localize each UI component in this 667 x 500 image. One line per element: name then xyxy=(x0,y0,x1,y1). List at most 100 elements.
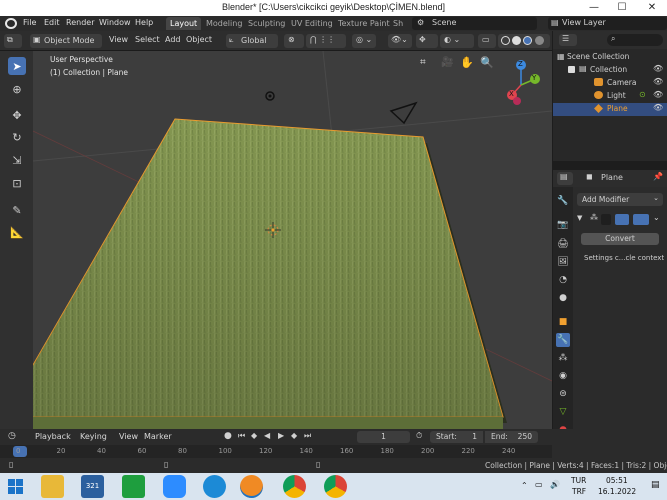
timeline-editor-icon[interactable]: ◷ xyxy=(8,431,16,441)
tab-sculpting[interactable]: Sculpting xyxy=(244,17,289,30)
tray-chevron-icon[interactable]: ⌃ xyxy=(521,481,528,490)
edit-mode-toggle-icon[interactable] xyxy=(615,214,629,225)
rotate-tool-icon[interactable]: ↻ xyxy=(8,128,26,146)
store-icon[interactable] xyxy=(122,475,145,498)
physics-properties-icon[interactable]: ◉ xyxy=(556,369,570,383)
jump-start-icon[interactable]: ⏮ xyxy=(238,431,245,441)
transform-orientation[interactable]: ⟀ Global xyxy=(226,34,278,48)
object-data-properties-icon[interactable]: ▽ xyxy=(556,405,570,419)
menu-help[interactable]: Help xyxy=(135,18,153,27)
network-icon[interactable]: ▭ xyxy=(535,480,543,489)
scene-properties-icon[interactable]: ◔ xyxy=(556,273,570,287)
light-visibility-eye-icon[interactable]: 👁 xyxy=(653,90,663,99)
gizmo-neg-x[interactable] xyxy=(513,97,521,105)
select-tool-icon[interactable]: ➤ xyxy=(8,57,26,75)
collection-checkbox-icon[interactable] xyxy=(568,66,575,73)
modifier-properties-icon[interactable]: 🔧 xyxy=(556,333,570,347)
scene-selector[interactable]: ⚙ Scene xyxy=(412,17,537,30)
windows-start-icon[interactable] xyxy=(8,479,23,494)
vp-menu-select[interactable]: Select xyxy=(135,35,160,44)
proportional-edit-button[interactable]: ◎ ⌄ xyxy=(352,34,376,48)
pin-icon[interactable]: 📌 xyxy=(653,172,663,181)
edge-icon[interactable] xyxy=(203,475,226,498)
camera-object[interactable] xyxy=(389,101,418,125)
language-code[interactable]: TUR xyxy=(571,476,586,485)
play-reverse-icon[interactable]: ◀ xyxy=(264,431,270,440)
play-icon[interactable]: ▶ xyxy=(278,431,284,440)
transform-tool-icon[interactable]: ⊡ xyxy=(8,174,26,192)
vp-menu-object[interactable]: Object xyxy=(186,35,212,44)
constraints-properties-icon[interactable]: ⊜ xyxy=(556,387,570,401)
outliner-item-light[interactable]: Light ⊙ 👁 xyxy=(553,90,667,103)
solid-shading-icon[interactable] xyxy=(512,36,521,45)
menu-window[interactable]: Window xyxy=(99,18,131,27)
shading-buttons[interactable] xyxy=(498,34,550,48)
light-data-icon[interactable]: ⊙ xyxy=(639,90,646,99)
zoom-icon[interactable]: 🔍 xyxy=(480,56,494,69)
particles-properties-icon[interactable]: ⁂ xyxy=(556,351,570,365)
world-properties-icon[interactable]: ● xyxy=(556,291,570,305)
material-shading-icon[interactable] xyxy=(523,36,532,45)
jump-end-icon[interactable]: ⏭ xyxy=(304,431,311,441)
timeline-ruler[interactable]: 0 20 40 60 80 100 120 140 160 180 200 220 240 xyxy=(0,445,552,458)
end-frame-field[interactable]: End: 250 xyxy=(485,431,538,443)
visibility-button[interactable]: 👁⌄ xyxy=(388,34,412,48)
blender-logo-icon[interactable] xyxy=(5,18,17,29)
zoom-app-icon[interactable] xyxy=(163,475,186,498)
next-keyframe-icon[interactable]: ◆ xyxy=(291,431,297,440)
gizmo-button[interactable]: ✥ xyxy=(416,34,438,48)
blender-taskbar-icon[interactable] xyxy=(240,475,263,498)
outliner-item-collection[interactable]: ▤ Collection 👁 xyxy=(553,64,667,77)
tab-layout[interactable]: Layout xyxy=(166,17,202,30)
scale-tool-icon[interactable]: ⇲ xyxy=(8,151,26,169)
tool-properties-icon[interactable]: 🔧 xyxy=(556,194,570,208)
object-properties-icon[interactable]: ■ xyxy=(556,315,570,329)
tab-texture-paint[interactable]: Texture Paint xyxy=(334,17,394,30)
clock-date[interactable]: 16.1.2022 xyxy=(598,487,636,496)
collapse-arrow-icon[interactable]: ▼ xyxy=(577,214,582,222)
mode-selector[interactable]: ▣ Object Mode xyxy=(30,34,102,48)
realtime-toggle-icon[interactable] xyxy=(633,214,649,225)
file-explorer-icon[interactable] xyxy=(41,475,64,498)
vp-menu-view[interactable]: View xyxy=(109,35,128,44)
camera-visibility-eye-icon[interactable]: 👁 xyxy=(653,77,663,86)
convert-button[interactable]: Convert xyxy=(581,233,659,245)
view-layer-properties-icon[interactable]: 🖼 xyxy=(556,255,570,269)
view-layer-selector[interactable]: ▤ View Layer xyxy=(548,17,667,30)
menu-edit[interactable]: Edit xyxy=(44,18,60,27)
output-properties-icon[interactable]: 🖨 xyxy=(556,237,570,251)
measure-tool-icon[interactable]: 📐 xyxy=(8,223,26,241)
chrome-icon-2[interactable] xyxy=(324,475,347,498)
cursor-tool-icon[interactable]: ⊕ xyxy=(8,80,26,98)
move-tool-icon[interactable]: ✥ xyxy=(8,106,26,124)
volume-icon[interactable]: 🔊 xyxy=(550,480,560,489)
clock-time[interactable]: 05:51 xyxy=(606,476,628,485)
preview-range-icon[interactable]: ⏱ xyxy=(416,431,422,441)
menu-file[interactable]: File xyxy=(23,18,36,27)
tab-uv-editing[interactable]: UV Editing xyxy=(287,17,337,30)
menu-render[interactable]: Render xyxy=(66,18,94,27)
close-button[interactable]: ✕ xyxy=(638,0,666,16)
timeline-menu-keying[interactable]: Keying xyxy=(80,432,107,441)
wireframe-shading-icon[interactable] xyxy=(501,36,510,45)
prev-keyframe-icon[interactable]: ◆ xyxy=(251,431,257,440)
camera-view-icon[interactable]: 🎥 xyxy=(441,57,453,68)
modifier-name-field[interactable] xyxy=(601,214,611,225)
calendar-app-icon[interactable]: 321 xyxy=(81,475,104,498)
pan-hand-icon[interactable]: ✋ xyxy=(460,56,474,69)
vp-menu-add[interactable]: Add xyxy=(165,35,181,44)
overlays-button[interactable]: ◐ ⌄ xyxy=(440,34,474,48)
3d-viewport[interactable]: User Perspective (1) Collection | Plane … xyxy=(33,51,552,429)
rendered-shading-icon[interactable] xyxy=(535,36,544,45)
snap-button[interactable]: ⋂ ⋮⋮ xyxy=(306,34,346,48)
tab-modeling[interactable]: Modeling xyxy=(202,17,246,30)
notification-icon[interactable]: ▤ xyxy=(651,480,660,490)
editor-type-button[interactable]: ⧉ xyxy=(4,34,22,48)
current-frame-field[interactable]: 1 xyxy=(357,431,410,443)
outliner-root[interactable]: ▦ Scene Collection xyxy=(553,51,667,64)
record-icon[interactable]: ● xyxy=(224,431,232,441)
chrome-icon[interactable] xyxy=(283,475,306,498)
xray-button[interactable]: ▭ xyxy=(478,34,496,48)
timeline-menu-playback[interactable]: Playback xyxy=(35,432,71,441)
add-modifier-dropdown[interactable]: Add Modifier ⌄ xyxy=(577,193,663,206)
